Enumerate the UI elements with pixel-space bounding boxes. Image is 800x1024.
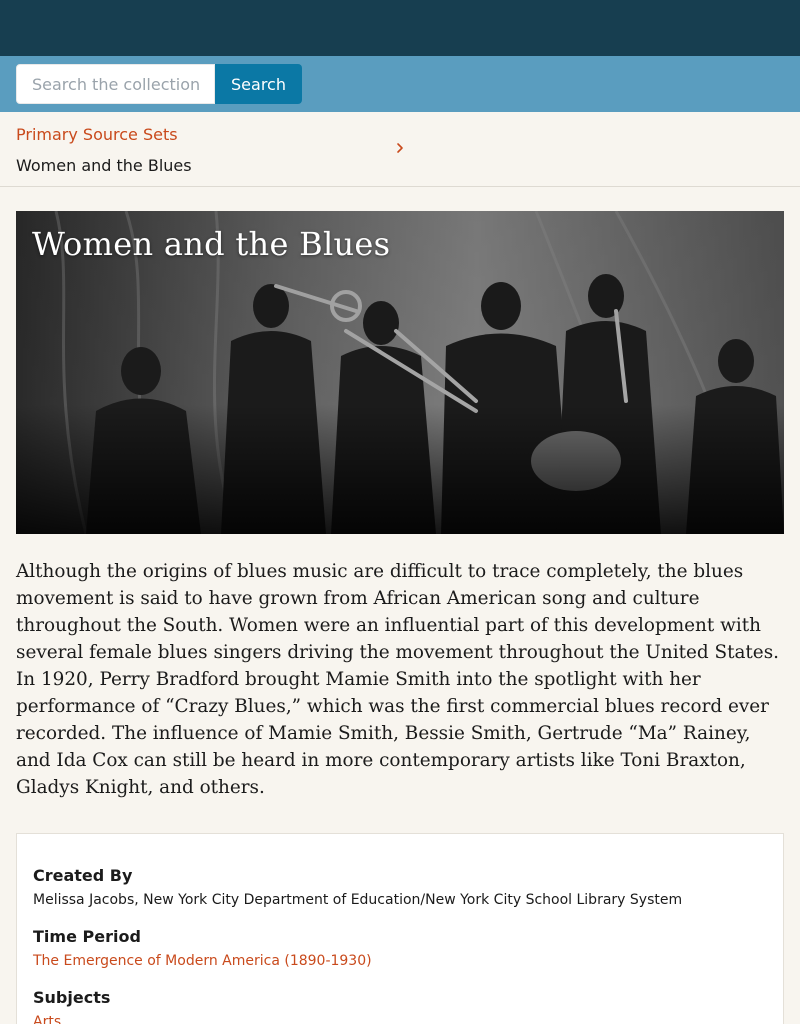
hero-banner: Women and the Blues xyxy=(16,211,784,534)
created-by-section: Created By Melissa Jacobs, New York City… xyxy=(33,866,767,909)
breadcrumb: Primary Source Sets Women and the Blues xyxy=(0,112,800,187)
top-header-bar xyxy=(0,0,800,56)
search-button[interactable]: Search xyxy=(215,64,302,104)
chevron-right-icon[interactable] xyxy=(393,141,407,155)
subjects-label: Subjects xyxy=(33,988,111,1007)
details-card: Created By Melissa Jacobs, New York City… xyxy=(16,833,784,1024)
subject-link-arts[interactable]: Arts xyxy=(33,1013,61,1024)
created-by-label: Created By xyxy=(33,866,133,885)
page-title: Women and the Blues xyxy=(32,225,391,263)
breadcrumb-current-page: Women and the Blues xyxy=(16,156,192,175)
set-description: Although the origins of blues music are … xyxy=(16,561,779,798)
subjects-section: Subjects Arts xyxy=(33,988,767,1024)
time-period-section: Time Period The Emergence of Modern Amer… xyxy=(33,927,767,970)
search-bar: Search xyxy=(0,56,800,112)
time-period-link[interactable]: The Emergence of Modern America (1890-19… xyxy=(33,952,372,970)
search-input[interactable] xyxy=(16,64,215,104)
created-by-value: Melissa Jacobs, New York City Department… xyxy=(33,892,683,908)
time-period-label: Time Period xyxy=(33,927,141,946)
